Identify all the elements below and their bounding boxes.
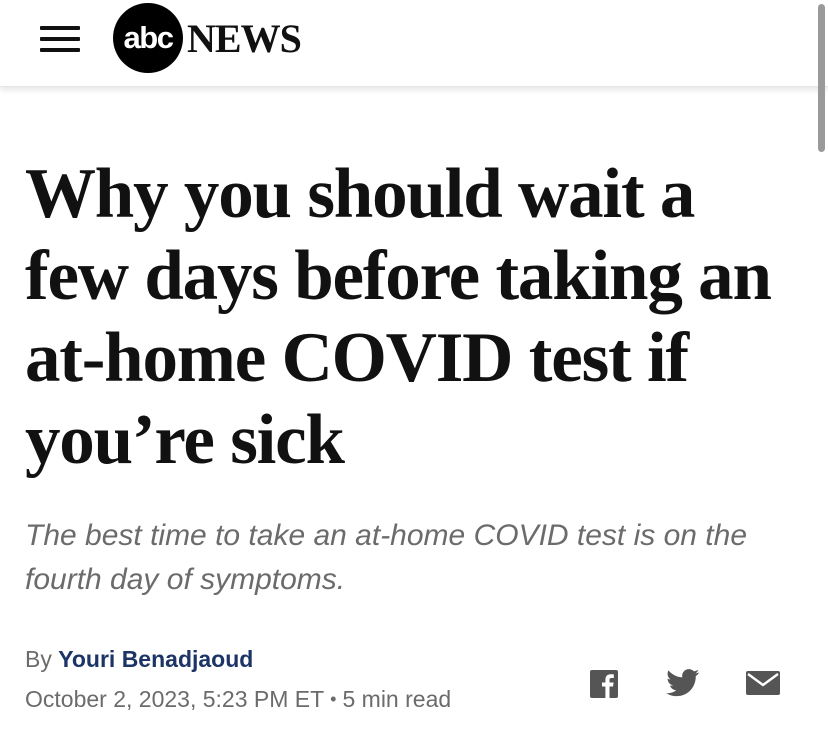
read-time: 5 min read: [342, 686, 452, 712]
abc-news-logo[interactable]: abc NEWS: [113, 3, 302, 73]
top-nav-bar: abc NEWS: [0, 0, 828, 87]
facebook-icon[interactable]: [590, 668, 618, 698]
news-logo-text: NEWS: [187, 15, 302, 61]
abc-logo-text: abc: [123, 20, 174, 55]
byline-prefix: By: [25, 646, 52, 672]
article-meta: October 2, 2023, 5:23 PM ET • 5 min read: [25, 686, 451, 713]
meta-separator: •: [330, 689, 337, 709]
scrollbar-thumb[interactable]: [818, 4, 825, 152]
article-headline: Why you should wait a few days before ta…: [25, 155, 772, 479]
twitter-icon[interactable]: [666, 668, 700, 698]
email-icon[interactable]: [746, 668, 780, 698]
publish-date: October 2, 2023, 5:23 PM ET: [25, 686, 325, 712]
author-link[interactable]: Youri Benadjaoud: [58, 646, 253, 672]
abc-logo-circle: abc: [113, 3, 183, 73]
article-subheadline: The best time to take an at-home COVID t…: [25, 519, 748, 596]
hamburger-menu-icon[interactable]: [40, 26, 80, 52]
byline: By Youri Benadjaoud: [25, 646, 253, 673]
